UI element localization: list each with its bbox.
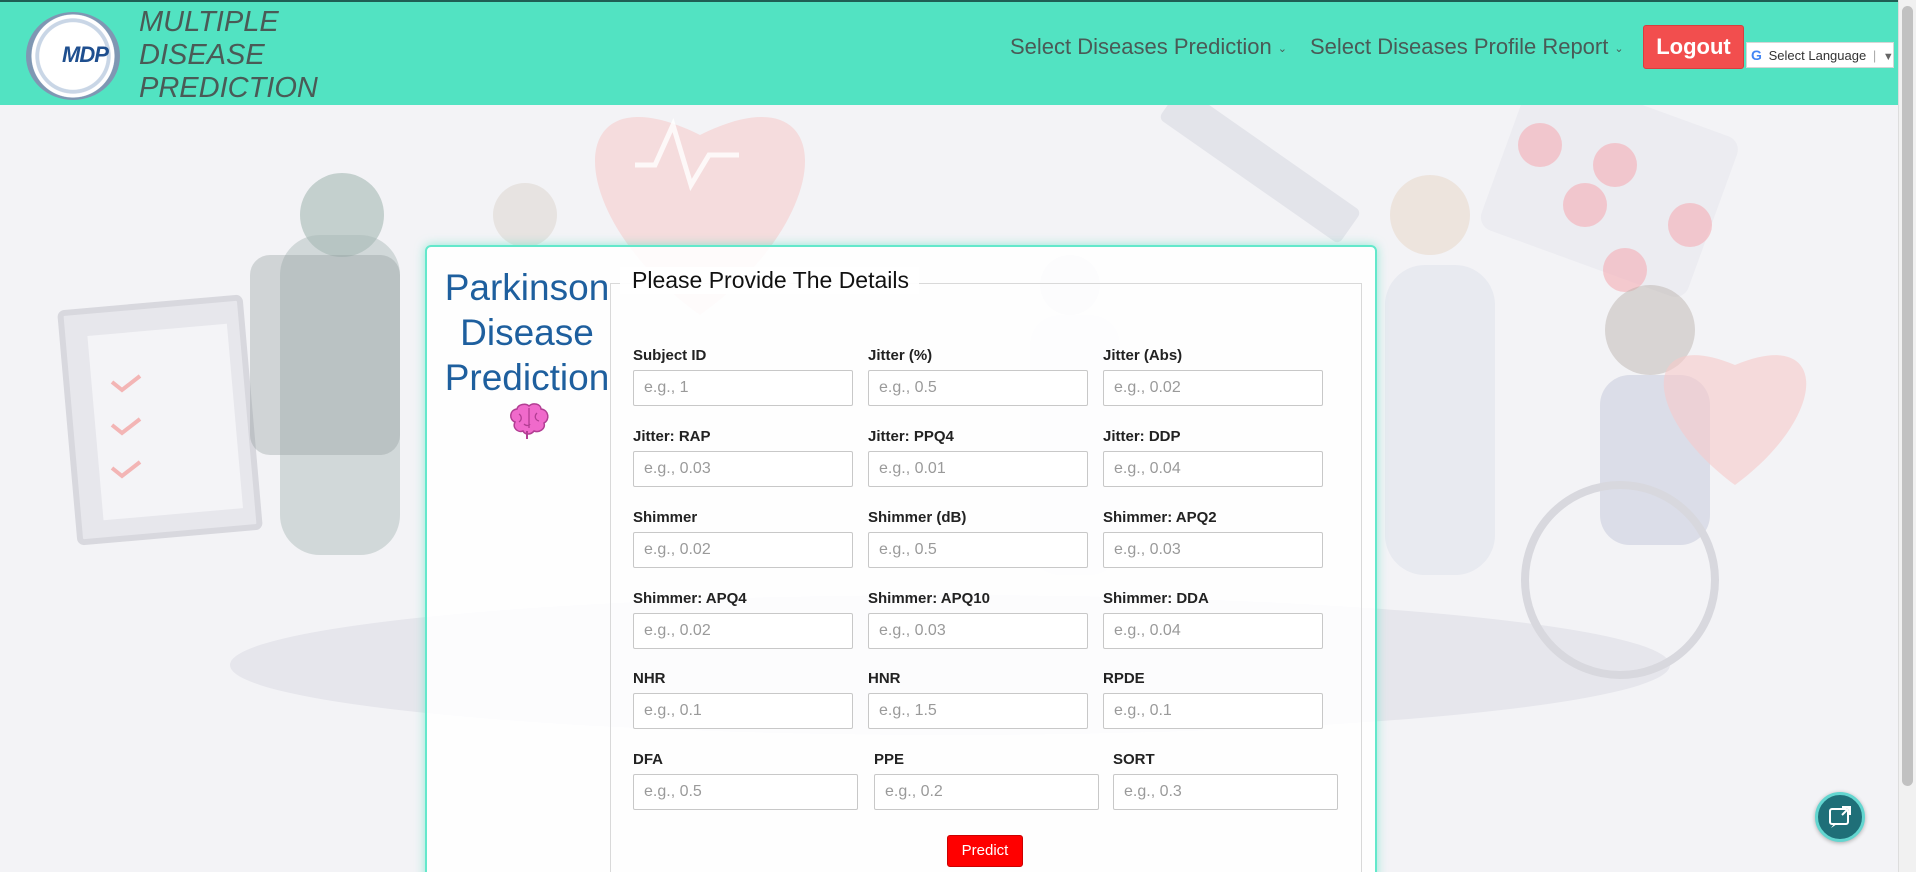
brand-logo[interactable]: MDP	[26, 12, 120, 100]
field-input[interactable]	[868, 370, 1088, 406]
field-input[interactable]	[874, 774, 1099, 810]
field-label: Shimmer: DDA	[1103, 590, 1209, 607]
nav-profile-report-label: Select Diseases Profile Report	[1310, 34, 1609, 59]
field-label: Shimmer: APQ4	[633, 590, 747, 607]
field-input[interactable]	[633, 451, 853, 487]
field-input[interactable]	[868, 613, 1088, 649]
top-navbar: MDP MULTIPLE DISEASE PREDICTION Select D…	[0, 0, 1898, 105]
field-input[interactable]	[633, 693, 853, 729]
predict-button[interactable]: Predict	[947, 835, 1023, 867]
field-label: Jitter: RAP	[633, 428, 711, 445]
page-title: Parkinson Disease Prediction	[442, 265, 612, 400]
field-input[interactable]	[868, 451, 1088, 487]
field-label: Jitter: DDP	[1103, 428, 1181, 445]
field-input[interactable]	[633, 613, 853, 649]
brand-name[interactable]: MULTIPLE DISEASE PREDICTION	[139, 6, 339, 105]
field-input[interactable]	[868, 693, 1088, 729]
brand-line-3: PREDICTION	[139, 72, 318, 104]
field-label: Shimmer (dB)	[868, 509, 967, 526]
field-input[interactable]	[1103, 370, 1323, 406]
scrollbar-thumb[interactable]	[1902, 6, 1913, 786]
language-select-label: Select Language	[1768, 48, 1867, 63]
prediction-form-card: Parkinson Disease Prediction Please Prov…	[425, 245, 1377, 872]
field-label: Shimmer: APQ2	[1103, 509, 1217, 526]
field-input[interactable]	[868, 532, 1088, 568]
chevron-down-icon: ⌄	[1614, 42, 1624, 55]
form-legend: Please Provide The Details	[620, 267, 919, 294]
logo-text: MDP	[62, 42, 109, 67]
page-scrollbar[interactable]	[1898, 0, 1916, 872]
title-line-2: Disease	[460, 312, 594, 353]
chat-icon	[1829, 806, 1851, 828]
nav-disease-prediction-label: Select Diseases Prediction	[1010, 34, 1272, 59]
field-input[interactable]	[1103, 532, 1323, 568]
field-label: PPE	[874, 751, 905, 768]
field-label: Jitter (Abs)	[1103, 347, 1183, 364]
field-label: Subject ID	[633, 347, 707, 364]
field-label: RPDE	[1103, 670, 1145, 687]
nav-profile-report-dropdown[interactable]: Select Diseases Profile Report ⌄	[1310, 34, 1624, 60]
field-input[interactable]	[633, 774, 858, 810]
field-input[interactable]	[1113, 774, 1338, 810]
caret-down-icon: ▼	[1882, 51, 1894, 63]
divider: |	[1872, 48, 1877, 63]
brain-icon	[510, 403, 549, 439]
google-icon: G	[1751, 47, 1762, 63]
title-line-1: Parkinson	[444, 267, 610, 308]
field-input[interactable]	[633, 370, 853, 406]
field-label: HNR	[868, 670, 901, 687]
title-line-3: Prediction	[444, 357, 610, 398]
field-label: Shimmer	[633, 509, 698, 526]
brand-line-2: DISEASE	[139, 39, 265, 71]
logout-button[interactable]: Logout	[1643, 25, 1744, 69]
field-input[interactable]	[1103, 693, 1323, 729]
field-input[interactable]	[1103, 613, 1323, 649]
field-label: Jitter: PPQ4	[868, 428, 954, 445]
field-label: Shimmer: APQ10	[868, 590, 990, 607]
field-label: DFA	[633, 751, 663, 768]
language-select[interactable]: G Select Language | ▼	[1746, 42, 1894, 68]
field-input[interactable]	[1103, 451, 1323, 487]
brand-line-1: MULTIPLE	[139, 6, 279, 38]
chevron-down-icon: ⌄	[1277, 42, 1287, 55]
field-input[interactable]	[633, 532, 853, 568]
field-label: NHR	[633, 670, 666, 687]
field-label: SORT	[1113, 751, 1155, 768]
field-label: Jitter (%)	[868, 347, 933, 364]
chat-button[interactable]	[1815, 792, 1865, 842]
nav-disease-prediction-dropdown[interactable]: Select Diseases Prediction ⌄	[1010, 34, 1287, 60]
